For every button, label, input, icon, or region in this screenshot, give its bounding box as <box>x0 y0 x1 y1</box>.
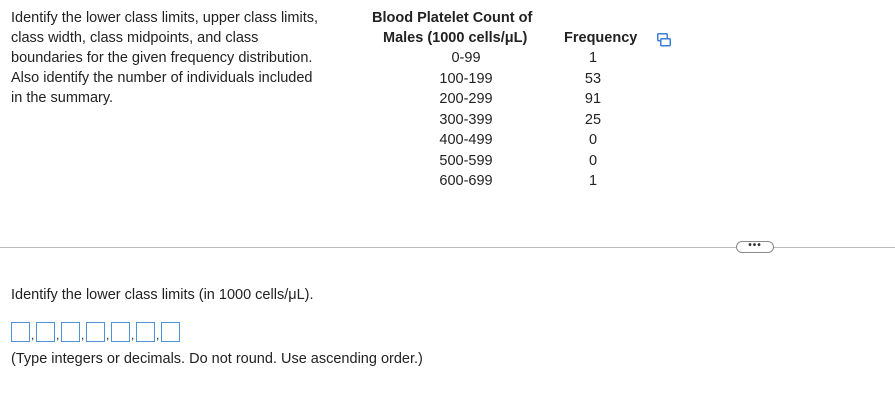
frequency-cell: 91 <box>584 91 602 107</box>
frequency-cell: 25 <box>584 111 602 128</box>
question-line: in the summary. <box>11 90 114 106</box>
separator-comma: , <box>106 328 110 342</box>
separator-comma: , <box>81 328 85 342</box>
answer-input-box[interactable] <box>111 322 130 342</box>
question-text: Identify the lower class limits, upper c… <box>11 8 361 108</box>
class-cell: 100-199 <box>439 70 493 87</box>
table-title: Blood Platelet Count of <box>372 10 533 26</box>
separator-comma: , <box>131 328 135 342</box>
more-options-button[interactable]: ••• <box>736 241 774 253</box>
class-cell: 500-599 <box>439 152 493 169</box>
table-row: 100-199 53 <box>370 69 630 90</box>
class-cell: 300-399 <box>439 111 493 128</box>
frequency-cell: 0 <box>588 152 598 169</box>
answer-prompt: Identify the lower class limits (in 1000… <box>11 287 314 303</box>
question-line: class width, class midpoints, and class <box>11 30 259 46</box>
copy-icon[interactable] <box>657 33 671 47</box>
table-row: 500-599 0 <box>370 151 630 172</box>
question-line: Also identify the number of individuals … <box>11 70 313 86</box>
class-column-header: Males (1000 cells/μL) <box>383 30 528 46</box>
answer-input-box[interactable] <box>136 322 155 342</box>
table-row: 600-699 1 <box>370 171 630 192</box>
frequency-column-header: Frequency <box>564 30 638 46</box>
class-cell: 200-299 <box>439 91 493 107</box>
table-row: 200-299 91 <box>370 89 630 110</box>
answer-input-box[interactable] <box>11 322 30 342</box>
question-line: boundaries for the given frequency distr… <box>11 50 313 66</box>
table-row: 300-399 25 <box>370 110 630 131</box>
frequency-cell: 0 <box>588 132 598 148</box>
class-cell: 400-499 <box>439 132 493 148</box>
separator-comma: , <box>31 328 35 342</box>
answer-input-box[interactable] <box>61 322 80 342</box>
separator-comma: , <box>56 328 60 342</box>
table-row: 0-99 1 <box>370 48 630 69</box>
separator-comma: , <box>156 328 160 342</box>
class-cell: 0-99 <box>451 50 481 66</box>
answer-input-box[interactable] <box>36 322 55 342</box>
answer-input-box[interactable] <box>161 322 180 342</box>
frequency-cell: 1 <box>588 50 598 66</box>
class-cell: 600-699 <box>439 173 493 189</box>
frequency-cell: 1 <box>588 173 598 189</box>
frequency-cell: 53 <box>584 70 602 87</box>
table-body: 0-99 1 100-199 53 200-299 91 300-399 25 … <box>370 48 630 192</box>
input-hint: (Type integers or decimals. Do not round… <box>11 351 423 367</box>
question-line: Identify the lower class limits, upper c… <box>11 10 319 26</box>
answer-input-box[interactable] <box>86 322 105 342</box>
table-row: 400-499 0 <box>370 130 630 151</box>
